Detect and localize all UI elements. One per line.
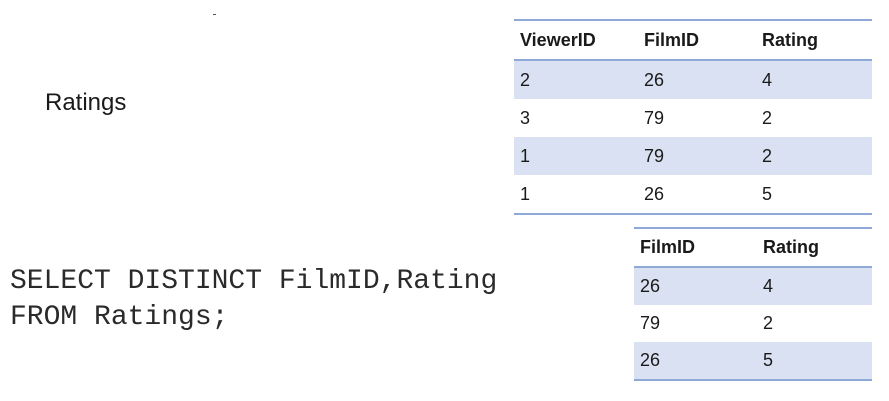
cell-viewerid: 3 [520, 107, 531, 128]
cell-rating: 2 [762, 107, 773, 128]
cell-filmid: 26 [634, 342, 757, 381]
cell-rating: 4 [757, 267, 872, 305]
table-row: 3 79 2 [514, 99, 872, 137]
column-header-rating: Rating [757, 227, 872, 268]
column-header-rating: Rating [756, 19, 872, 61]
table-header-row: FilmID Rating [634, 227, 872, 268]
cell-filmid: 26 [634, 267, 757, 305]
cell-rating: 2 [763, 313, 774, 333]
stray-mark [213, 14, 216, 15]
table-row: 79 2 [634, 305, 872, 342]
table-row: 1 79 2 [514, 137, 872, 175]
result-table: FilmID Rating 26 4 79 2 26 5 [634, 227, 872, 381]
table-row: 26 5 [634, 342, 872, 381]
table-row: 2 26 4 [514, 60, 872, 99]
cell-filmid: 79 [638, 137, 756, 175]
sql-line-from: FROM Ratings; [10, 302, 229, 333]
cell-rating: 5 [757, 342, 872, 381]
ratings-table: ViewerID FilmID Rating 2 26 4 3 79 2 1 7… [514, 19, 872, 215]
cell-viewerid: 1 [514, 175, 638, 215]
cell-filmid: 26 [638, 175, 756, 215]
column-header-viewerid: ViewerID [514, 19, 638, 61]
cell-filmid: 26 [638, 60, 756, 99]
column-header-filmid: FilmID [634, 227, 757, 268]
table-title: Ratings [45, 89, 127, 116]
cell-rating: 4 [756, 60, 872, 99]
cell-rating: 2 [756, 137, 872, 175]
sql-line-select: SELECT DISTINCT FilmID,Rating [10, 266, 498, 297]
cell-filmid: 79 [644, 107, 665, 128]
cell-filmid: 79 [640, 313, 661, 333]
sql-query: SELECT DISTINCT FilmID,Rating FROM Ratin… [10, 264, 497, 336]
table-header-row: ViewerID FilmID Rating [514, 19, 872, 61]
table-row: 26 4 [634, 267, 872, 305]
cell-rating: 5 [756, 175, 872, 215]
cell-viewerid: 2 [514, 60, 638, 99]
column-header-filmid: FilmID [638, 19, 756, 61]
cell-viewerid: 1 [514, 137, 638, 175]
table-row: 1 26 5 [514, 175, 872, 215]
